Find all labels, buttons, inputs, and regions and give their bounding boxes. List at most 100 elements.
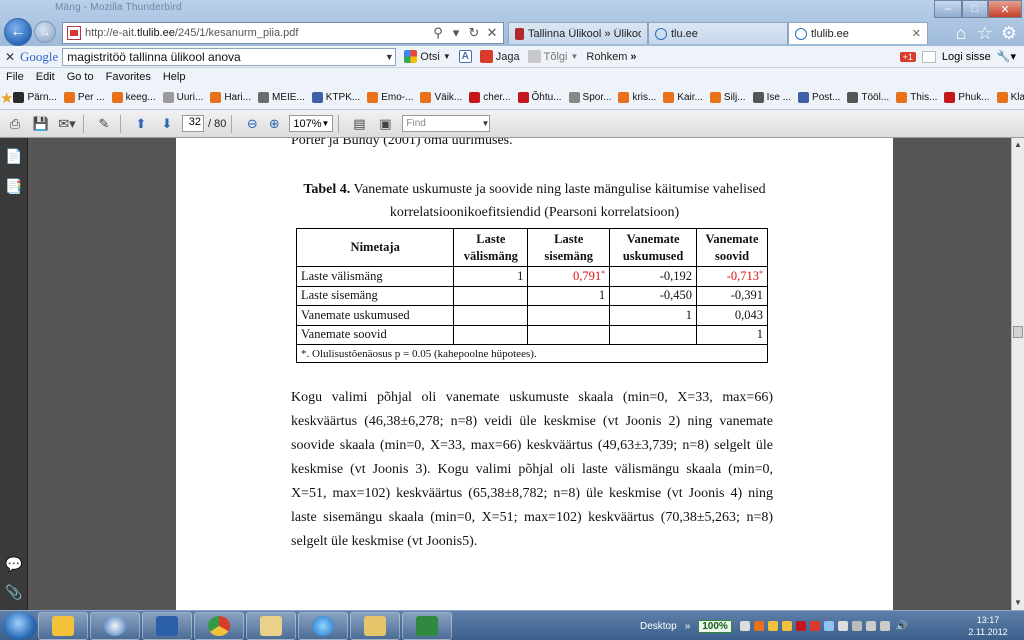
taskbar-app-files[interactable]	[350, 612, 400, 640]
clock[interactable]: 13:17 2.11.2012	[958, 614, 1018, 638]
volume-icon[interactable]: 🔊	[896, 621, 908, 632]
start-button[interactable]	[3, 612, 37, 640]
menu-file[interactable]: File	[0, 71, 30, 83]
find-input[interactable]: Find ▼	[402, 115, 491, 132]
favorite-link[interactable]: keeg...	[111, 92, 156, 103]
close-tab-icon[interactable]: ✕	[912, 27, 921, 40]
zoom-in-button[interactable]: ⊕	[263, 114, 285, 134]
fit-width-button[interactable]: ▤	[348, 114, 370, 134]
favorite-link[interactable]: Per ...	[63, 92, 105, 103]
taskbar-app-excel[interactable]	[402, 612, 452, 640]
next-page-button[interactable]: ⬇	[156, 114, 178, 134]
favorite-link[interactable]: Tööl...	[847, 92, 889, 103]
favorite-link[interactable]: Väik...	[420, 92, 462, 103]
menu-edit[interactable]: Edit	[30, 71, 61, 83]
close-toolbar-icon[interactable]: ✕	[0, 50, 20, 64]
fit-page-button[interactable]: ▣	[374, 114, 396, 134]
google-search-button[interactable]: Otsi ▼	[404, 50, 451, 63]
save-button[interactable]: 💾	[30, 114, 52, 134]
share-button[interactable]: Jaga	[479, 50, 520, 63]
vertical-scrollbar[interactable]: ▲ ▼	[1011, 138, 1024, 610]
tray-icon[interactable]	[753, 621, 764, 631]
back-button[interactable]: ←	[4, 18, 32, 46]
menu-help[interactable]: Help	[157, 71, 192, 83]
address-bar[interactable]: http://e-ait.tlulib.ee/245/1/kesanurm_pi…	[62, 22, 504, 44]
taskbar-app-internet-explorer[interactable]	[298, 612, 348, 640]
taskbar-app-thunderbird[interactable]	[90, 612, 140, 640]
favorites-star-icon[interactable]: ☆	[974, 22, 996, 44]
print-button[interactable]: ⎙	[4, 114, 26, 134]
favorite-link[interactable]: KTPK...	[311, 92, 360, 103]
scroll-down-icon[interactable]: ▼	[1012, 596, 1024, 609]
tab-tlulib[interactable]: tlulib.ee ✕	[788, 22, 928, 44]
google-plus-badge[interactable]: +1	[899, 51, 916, 62]
close-window-button[interactable]: ✕	[988, 0, 1022, 18]
tab-tlu[interactable]: tlu.ee	[648, 22, 788, 44]
dropdown-icon[interactable]: ▾	[449, 25, 463, 41]
address-url[interactable]: http://e-ait.tlulib.ee/245/1/kesanurm_pi…	[85, 27, 298, 39]
favorite-link[interactable]: Phuk...	[944, 92, 990, 103]
zoom-out-button[interactable]: ⊖	[241, 114, 263, 134]
document-viewport[interactable]: Porter ja Bundy (2001) oma uurimuses. Ta…	[28, 138, 1011, 610]
tray-icon[interactable]	[795, 621, 806, 631]
scroll-up-icon[interactable]: ▲	[1012, 138, 1024, 151]
tab-tallinna-ulikool[interactable]: Tallinna Ülikool » Ülikoolist » ...	[508, 22, 648, 44]
favorite-link[interactable]: Õhtu...	[517, 92, 562, 103]
tray-icon[interactable]	[739, 621, 750, 631]
tray-icon[interactable]	[837, 621, 848, 631]
favorite-link[interactable]: Post...	[798, 92, 840, 103]
favorite-link[interactable]: This...	[896, 92, 937, 103]
attachment-icon[interactable]: 📎	[5, 584, 22, 600]
forward-button[interactable]: →	[34, 21, 56, 43]
favorites-star-icon[interactable]: ★	[0, 89, 13, 107]
desktop-toolbar[interactable]: Desktop	[640, 621, 677, 632]
battery-indicator[interactable]: 100%	[698, 619, 732, 633]
share-pdf-button[interactable]: ✉▾	[56, 114, 78, 134]
menu-favorites[interactable]: Favorites	[100, 71, 157, 83]
taskbar-app-chrome[interactable]	[194, 612, 244, 640]
tray-icon[interactable]	[823, 621, 834, 631]
favorite-link[interactable]: cher...	[469, 92, 511, 103]
comment-button[interactable]: ✎	[93, 114, 115, 134]
refresh-icon[interactable]: ↻	[467, 25, 481, 41]
favorite-link[interactable]: Ise ...	[752, 92, 791, 103]
menu-go-to[interactable]: Go to	[61, 71, 100, 83]
google-search-input[interactable]: magistritöö tallinna ülikool anova ▼	[62, 47, 397, 66]
login-link[interactable]: Logi sisse	[942, 51, 991, 63]
taskbar-app-explorer-folder[interactable]	[246, 612, 296, 640]
minimize-button[interactable]: –	[934, 0, 962, 18]
home-icon[interactable]: ⌂	[950, 22, 972, 44]
tray-icon[interactable]	[809, 621, 820, 631]
text-format-button[interactable]: A	[458, 50, 472, 63]
favorite-link[interactable]: Hari...	[210, 92, 251, 103]
favorite-link[interactable]: MEIE...	[257, 92, 305, 103]
network-icon[interactable]	[879, 621, 890, 631]
tray-icon[interactable]	[851, 621, 862, 631]
prev-page-button[interactable]: ⬆	[130, 114, 152, 134]
double-chevron-right-icon[interactable]: »	[685, 621, 691, 632]
favorite-link[interactable]: kris...	[618, 92, 656, 103]
bookmarks-icon[interactable]: 📑	[5, 178, 22, 194]
notification-box[interactable]	[921, 50, 936, 63]
taskbar-app-outlook[interactable]	[38, 612, 88, 640]
maximize-button[interactable]: □	[962, 0, 988, 18]
page-thumbnails-icon[interactable]: 📄	[5, 148, 22, 164]
page-number-input[interactable]: 32	[182, 115, 204, 132]
favorite-link[interactable]: Klas...	[996, 92, 1024, 103]
more-button[interactable]: Rohkem»	[586, 51, 636, 63]
comments-icon[interactable]: 💬	[5, 556, 22, 572]
favorite-link[interactable]: Spor...	[568, 92, 611, 103]
favorite-link[interactable]: Silj...	[709, 92, 746, 103]
chevron-down-icon[interactable]: ▼	[383, 52, 395, 62]
stop-icon[interactable]: ✕	[485, 25, 499, 41]
favorite-link[interactable]: Emo-...	[367, 92, 413, 103]
tray-icon[interactable]	[767, 621, 778, 631]
tray-icon[interactable]	[865, 621, 876, 631]
scroll-thumb[interactable]	[1013, 326, 1023, 338]
favorite-link[interactable]: Pärn...	[13, 92, 57, 103]
zoom-select[interactable]: 107% ▼	[289, 115, 334, 132]
wrench-icon[interactable]: 🔧▾	[997, 50, 1016, 63]
tray-icon[interactable]	[781, 621, 792, 631]
taskbar-app-word[interactable]	[142, 612, 192, 640]
translate-button[interactable]: Tõlgi ▼	[527, 50, 578, 63]
